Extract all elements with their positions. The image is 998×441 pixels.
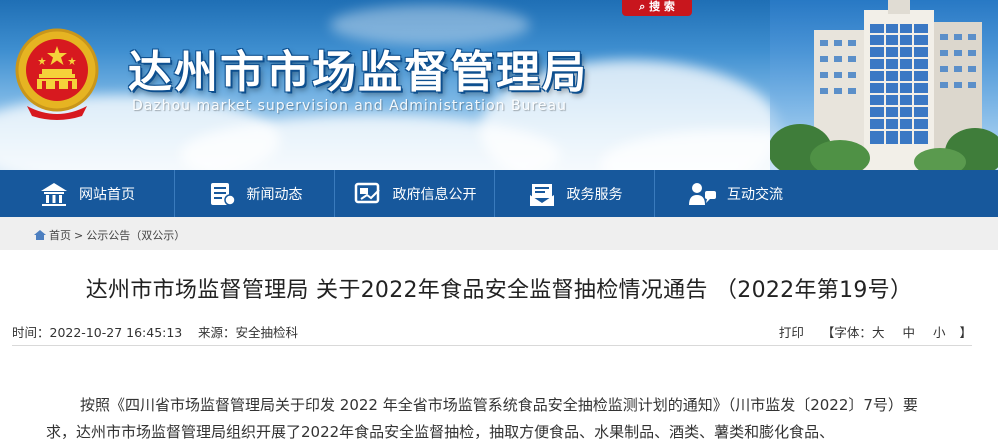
service-icon — [529, 183, 554, 206]
gov-info-icon — [354, 182, 380, 203]
national-emblem-icon — [15, 28, 99, 120]
news-icon — [210, 182, 236, 206]
search-icon: ⌕ — [639, 0, 646, 13]
breadcrumb-home-link[interactable]: 首页 — [49, 227, 71, 243]
font-size-suffix: 】 — [959, 325, 972, 340]
font-size-small[interactable]: 小 — [933, 322, 946, 341]
font-size-large[interactable]: 大 — [872, 322, 885, 341]
nav-item-home[interactable]: 网站首页 — [0, 170, 175, 217]
nav-item-label: 新闻动态 — [246, 186, 303, 203]
interaction-icon — [689, 182, 716, 205]
search-button-label: 搜 索 — [649, 0, 675, 13]
nav-item-news[interactable]: 新闻动态 — [175, 170, 335, 217]
nav-item-label: 政务服务 — [566, 186, 623, 203]
font-size-medium[interactable]: 中 — [902, 322, 915, 341]
article-source: 来源：安全抽检科 — [198, 325, 299, 340]
nav-item-label: 政府信息公开 — [392, 186, 477, 203]
home-icon — [41, 182, 67, 206]
nav-item-label: 互动交流 — [727, 186, 783, 203]
breadcrumb-separator: > — [74, 228, 84, 242]
article-title: 达州市市场监督管理局 关于2022年食品安全监督抽检情况通告 （2022年第19… — [85, 278, 913, 303]
home-small-icon — [34, 230, 46, 240]
breadcrumb: 首页 > 公示公告（双公示） — [34, 227, 185, 243]
nav-item-gov-info[interactable]: 政府信息公开 — [335, 170, 495, 217]
article-paragraph: 按照《四川省市场监督管理局关于印发 2022 年全省市场监管系统食品安全抽检监测… — [46, 396, 918, 441]
publish-time: 时间：2022-10-27 16:45:13 — [12, 325, 183, 340]
nav-item-label: 网站首页 — [79, 186, 135, 203]
article-meta: 时间：2022-10-27 16:45:13 来源：安全抽检科 打印 【字体： … — [12, 322, 972, 344]
print-link[interactable]: 打印 — [779, 322, 804, 341]
search-button[interactable]: ⌕ 搜 索 — [622, 0, 692, 16]
site-subtitle: Dazhou market supervision and Administra… — [132, 98, 567, 114]
breadcrumb-bar: 首页 > 公示公告（双公示） — [0, 217, 998, 250]
main-nav: 网站首页 新闻动态 政府信息公开 政务服务 互动交流 — [0, 170, 998, 217]
font-size-prefix: 【字体： — [821, 325, 872, 340]
header-banner: 达州市市场监督管理局 Dazhou market supervision and… — [0, 0, 998, 170]
article-tools: 打印 【字体： 大 中 小 】 — [779, 322, 972, 341]
site-title[interactable]: 达州市市场监督管理局 — [128, 36, 588, 100]
breadcrumb-current-link[interactable]: 公示公告（双公示） — [86, 227, 185, 243]
nav-item-service[interactable]: 政务服务 — [495, 170, 655, 217]
meta-divider — [12, 345, 972, 346]
building-image — [770, 0, 998, 170]
nav-item-interaction[interactable]: 互动交流 — [655, 170, 815, 217]
